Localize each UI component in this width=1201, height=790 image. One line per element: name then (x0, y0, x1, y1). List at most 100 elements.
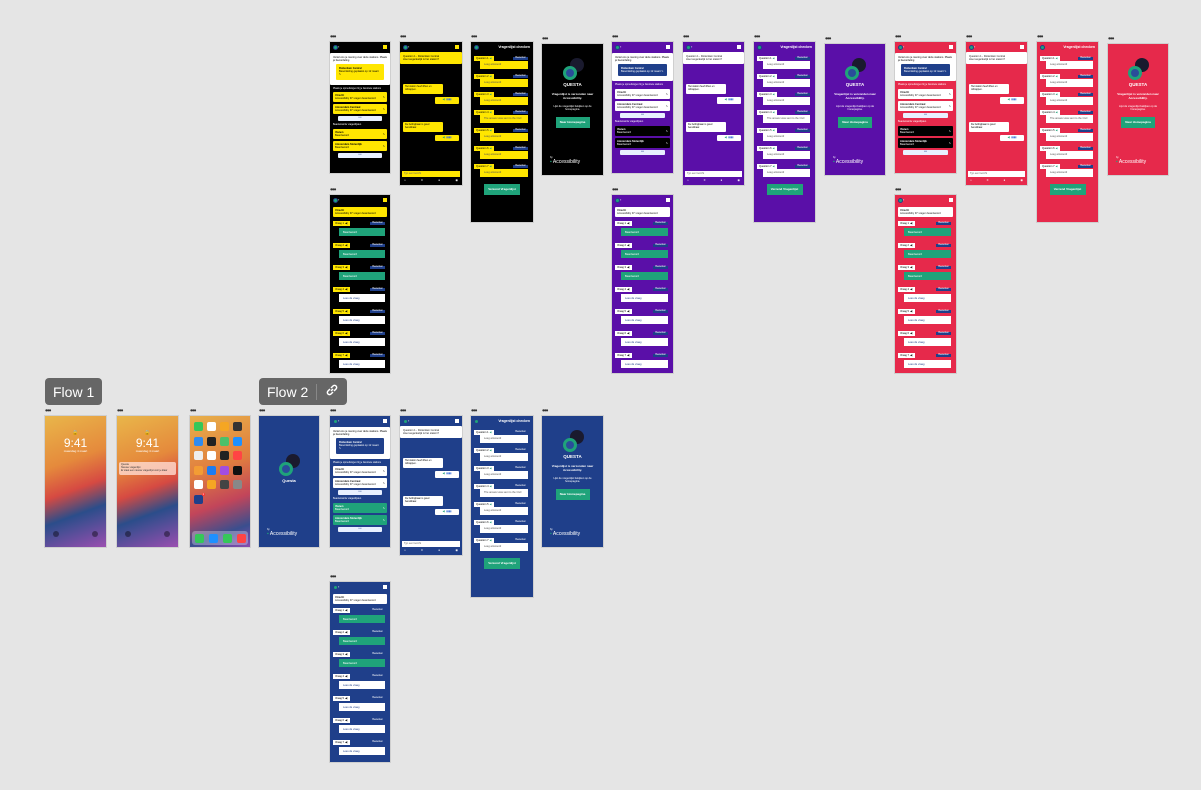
app-icon[interactable] (233, 465, 242, 475)
home-button[interactable]: Naar Homepagina (838, 116, 872, 128)
question-row[interactable]: Question 4 ◀ Bewerken The answer was sent t… (757, 110, 812, 124)
edit-button[interactable]: Bewerken (370, 674, 385, 679)
audio-message[interactable]: ◀) ▮▮▮▮ (435, 508, 459, 516)
answered-card[interactable]: Vianen Beantwoord ✎ (333, 129, 387, 140)
frame-menu-icon[interactable]: ••• (259, 407, 265, 415)
frame-menu-icon[interactable]: ••• (117, 407, 123, 415)
answered-card[interactable]: Amsterdam Sloterdijk Beantwoord ✎ (615, 138, 670, 149)
question-row[interactable]: Question 1 ◀ Bewerken Leeg antwoord (757, 56, 812, 70)
edit-button[interactable]: Bewerken (936, 287, 951, 292)
bottom-nav[interactable]: ⌂ ≡ ● ◉ (687, 179, 740, 183)
edit-button[interactable]: Bewerken (513, 502, 528, 506)
speaker-icon[interactable]: ◀) (443, 472, 446, 476)
edit-button[interactable]: Bewerken (936, 353, 951, 358)
edit-button[interactable]: Bewerken (370, 287, 385, 292)
speaker-icon[interactable]: ◀) (910, 244, 913, 247)
submit-button[interactable]: Verzend Vragenlijst (484, 184, 520, 195)
frame-menu-icon[interactable]: ••• (190, 407, 196, 415)
speaker-icon[interactable]: ◀) (627, 310, 630, 313)
form-screen-frame[interactable]: ‹ Vertel ons je mening over deze stations… (895, 42, 956, 173)
question-row[interactable]: Question 3 ◀ Bewerken Leeg antwoord (1040, 92, 1095, 106)
speaker-icon[interactable]: ◀) (1008, 98, 1011, 102)
edit-button[interactable]: Bewerken (936, 221, 951, 226)
question-row[interactable]: Vraag 5 ◀) Bewerken Lees de vraag (333, 696, 387, 714)
question-row[interactable]: Vraag 3 ◀) Bewerken Beantwoord (898, 265, 953, 283)
question-row[interactable]: Vraag 4 ◀) Bewerken Lees de vraag (615, 287, 670, 305)
speaker-icon[interactable]: ◀) (627, 354, 630, 357)
question-row[interactable]: Question 5 ◀ Bewerken Leeg antwoord (474, 128, 530, 142)
speaker-icon[interactable]: ◀) (443, 98, 446, 102)
speaker-icon[interactable]: ◀ (773, 57, 775, 60)
audio-message[interactable]: ◀) ▮▮▮▮ (435, 134, 459, 142)
edit-button[interactable]: Bewerken (513, 56, 528, 60)
profile-icon[interactable] (949, 198, 953, 202)
edit-button[interactable]: Bewerken (795, 92, 810, 96)
submit-button[interactable]: Verzend Vragenlijst (1049, 184, 1086, 195)
speaker-icon[interactable]: ◀ (773, 129, 775, 132)
question-row[interactable]: Question 7 ◀ Bewerken Leeg antwoord (474, 538, 530, 552)
edit-button[interactable]: Bewerken (370, 331, 385, 336)
question-row[interactable]: Question 6 ◀ Bewerken Leeg antwoord (1040, 146, 1095, 160)
more-button[interactable]: ••• (903, 113, 948, 119)
frame-menu-icon[interactable]: ••• (330, 573, 336, 581)
answers-screen-frame[interactable]: ‹ Utrecht Accessibility 97 vragen beantwoo… (895, 195, 956, 373)
answered-card[interactable]: Amsterdam Sloterdijk Beantwoord ✎ (898, 138, 953, 149)
back-icon[interactable]: ‹ (903, 197, 904, 203)
camera-icon[interactable] (164, 531, 170, 537)
edit-button[interactable]: Bewerken (936, 243, 951, 248)
edit-button[interactable]: Bewerken (370, 652, 385, 657)
frame-menu-icon[interactable]: ••• (400, 407, 406, 415)
question-row[interactable]: Question 2 ◀ Bewerken Leeg antwoord (757, 74, 812, 88)
question-row[interactable]: Question 6 ◀ Bewerken Leeg antwoord (474, 520, 530, 534)
profile-icon[interactable] (666, 45, 670, 49)
edit-button[interactable]: Bewerken (795, 164, 810, 168)
chat-screen-frame[interactable]: ‹ Question 1 - Rotterdam Central Hoe toega… (400, 416, 462, 555)
edit-button[interactable]: Bewerken (513, 466, 528, 470)
edit-button[interactable]: Bewerken (936, 309, 951, 314)
speaker-icon[interactable]: ◀ (1056, 75, 1058, 78)
pencil-icon[interactable]: ✎ (949, 142, 951, 145)
messages-icon[interactable] (222, 533, 232, 543)
pencil-icon[interactable]: ✎ (383, 108, 385, 111)
speaker-icon[interactable]: ◀) (910, 310, 913, 313)
edit-button[interactable]: Bewerken (795, 128, 810, 132)
speaker-icon[interactable]: ◀) (725, 136, 728, 140)
frame-menu-icon[interactable]: ••• (471, 33, 477, 41)
frame-menu-icon[interactable]: ••• (612, 186, 618, 194)
speaker-icon[interactable]: ◀) (345, 741, 348, 744)
question-row[interactable]: Vraag 1 ◀) Bewerken Beantwoord (615, 221, 670, 239)
mic-icon[interactable]: ● (1004, 179, 1006, 183)
question-row[interactable]: Question 4 ◀ Bewerken The answer was sent t… (474, 110, 530, 124)
question-row[interactable]: Vraag 6 ◀) Bewerken Lees de vraag (333, 331, 387, 349)
edit-button[interactable]: Bewerken (513, 110, 528, 114)
speaker-icon[interactable]: ◀) (910, 222, 913, 225)
pencil-icon[interactable]: ✎ (339, 447, 341, 450)
speaker-icon[interactable]: ◀) (345, 653, 348, 656)
question-row[interactable]: Question 2 ◀ Bewerken Leeg antwoord (1040, 74, 1095, 88)
question-row[interactable]: Vraag 2 ◀) Bewerken Beantwoord (898, 243, 953, 261)
question-row[interactable]: Vraag 4 ◀) Bewerken Lees de vraag (898, 287, 953, 305)
question-row[interactable]: Question 3 ◀ Bewerken Leeg antwoord (474, 466, 530, 480)
speaker-icon[interactable]: ◀ (773, 75, 775, 78)
frame-menu-icon[interactable]: ••• (45, 407, 51, 415)
speaker-icon[interactable]: ◀) (345, 244, 348, 247)
home-button[interactable]: Naar Homepagina (555, 488, 590, 500)
more-button[interactable]: ••• (903, 149, 948, 156)
question-row[interactable]: Vraag 3 ◀) Bewerken Beantwoord (615, 265, 670, 283)
speaker-icon[interactable]: ◀) (443, 510, 446, 514)
app-icon[interactable] (194, 465, 203, 475)
edit-button[interactable]: Bewerken (370, 740, 385, 745)
form-screen-frame[interactable]: ‹ Vertel ons je mening over deze stations… (330, 42, 390, 173)
question-row[interactable]: Question 1 ◀ Bewerken Leeg antwoord (474, 56, 530, 70)
speaker-icon[interactable]: ◀ (1056, 147, 1058, 150)
profile-icon[interactable] (455, 419, 459, 423)
check-screen-frame[interactable]: Vragenlijst checken Question 1 ◀ Bewerken Le… (471, 416, 533, 597)
speaker-icon[interactable]: ◀) (345, 288, 348, 291)
edit-button[interactable]: Bewerken (1078, 128, 1093, 132)
answered-card[interactable]: Vianen Beantwoord ✎ (615, 126, 670, 137)
speaker-icon[interactable]: ◀ (490, 521, 492, 524)
edit-button[interactable]: Bewerken (1078, 92, 1093, 96)
question-row[interactable]: Vraag 1 ◀) Bewerken Beantwoord (333, 221, 387, 239)
speaker-icon[interactable]: ◀) (627, 222, 630, 225)
speaker-icon[interactable]: ◀) (910, 288, 913, 291)
